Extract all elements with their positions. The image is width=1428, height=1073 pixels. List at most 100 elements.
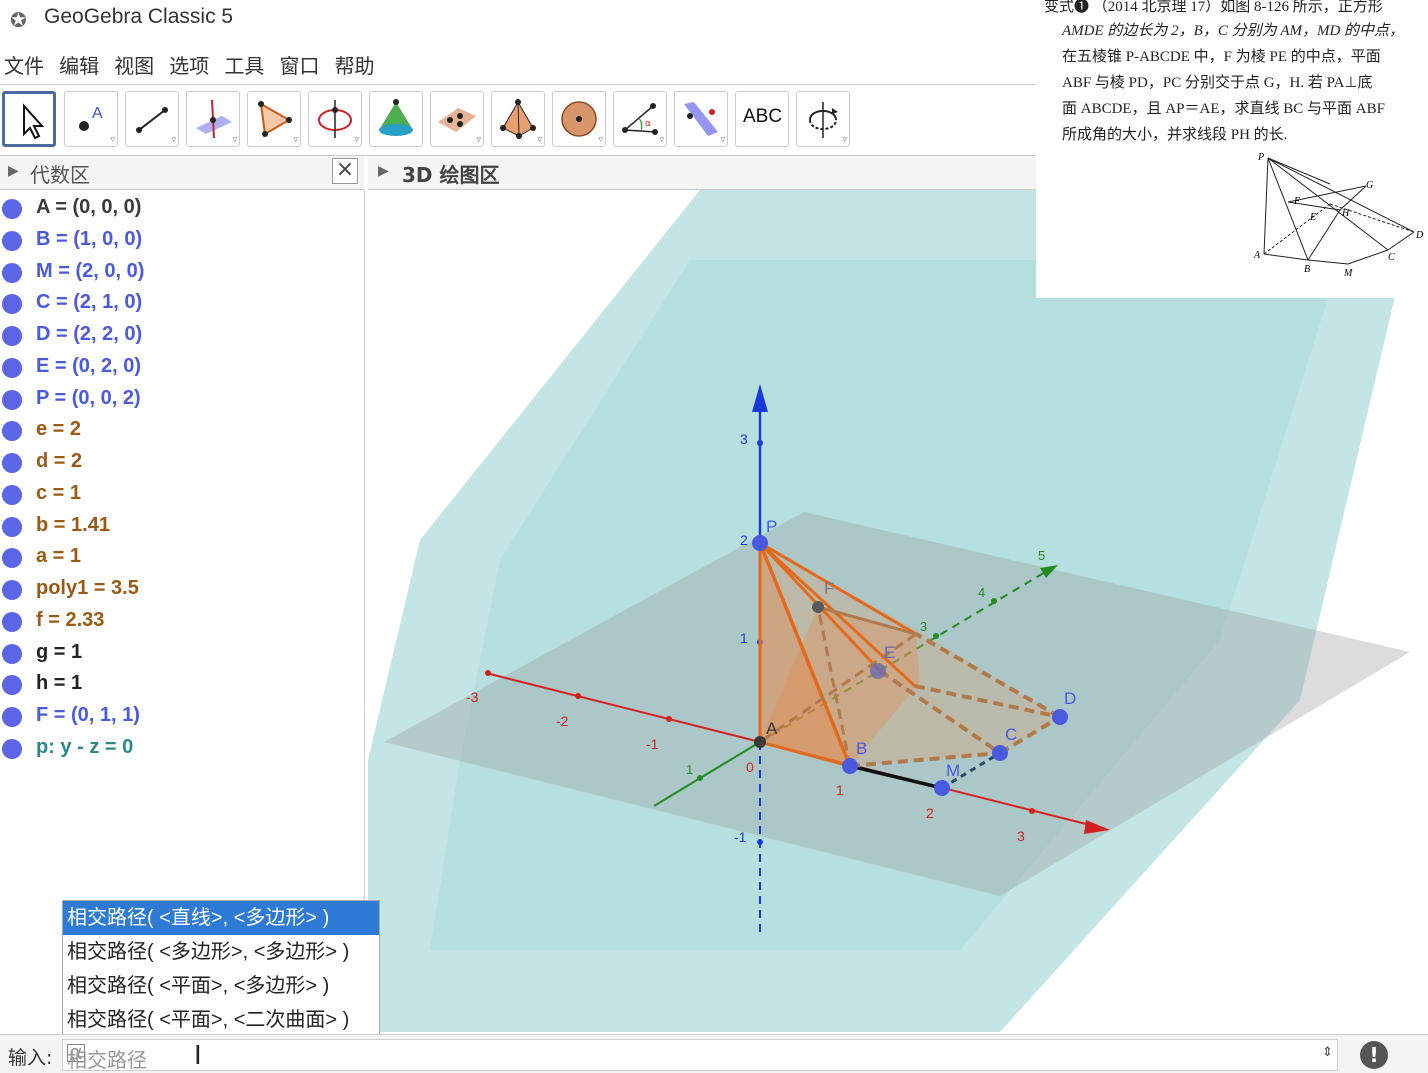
- collapse-triangle-icon[interactable]: ▶: [8, 163, 19, 179]
- graphics-3d-view[interactable]: -3 -2 -1 0 1 2 3 1 3 4 5 -1 1 2 3 P A B …: [368, 190, 1428, 1032]
- visibility-toggle-icon[interactable]: [2, 707, 22, 727]
- visibility-toggle-icon[interactable]: [2, 389, 22, 410]
- algebra-expression: e = 2: [36, 418, 82, 441]
- visibility-toggle-icon[interactable]: [2, 738, 22, 759]
- label-e: E: [884, 643, 895, 662]
- sphere-tool-button[interactable]: ▿: [552, 91, 606, 147]
- menu-options[interactable]: 选项: [165, 44, 213, 79]
- menu-file[interactable]: 文件: [0, 44, 48, 79]
- menu-tools[interactable]: 工具: [220, 44, 268, 79]
- visibility-toggle-icon[interactable]: [2, 453, 22, 473]
- symbol-table-button[interactable]: α: [67, 1042, 85, 1062]
- algebra-view-header: ▶ 代数区 ×: [0, 156, 364, 190]
- algebra-row[interactable]: f = 2.33: [0, 605, 364, 635]
- perpendicular-tool-button[interactable]: ▿: [186, 91, 240, 147]
- visibility-toggle-icon[interactable]: [2, 326, 22, 346]
- algebra-row[interactable]: F = (0, 1, 1): [0, 700, 364, 730]
- tool-menu-indicator-icon: ▿: [171, 135, 176, 145]
- collapse-triangle-icon[interactable]: ▶: [378, 163, 389, 179]
- autocomplete-item[interactable]: 相交路径( <直线>, <多边形> ): [63, 901, 379, 935]
- algebra-expression: h = 1: [36, 672, 83, 695]
- input-label: 输入:: [8, 1047, 53, 1069]
- point-a[interactable]: [754, 736, 766, 748]
- menu-window[interactable]: 窗口: [275, 44, 323, 79]
- autocomplete-item[interactable]: 相交路径( <平面>, <多边形> ): [63, 969, 379, 1003]
- algebra-row[interactable]: P = (0, 0, 2): [0, 383, 364, 413]
- point-m[interactable]: [934, 780, 950, 796]
- visibility-toggle-icon[interactable]: [2, 294, 22, 315]
- cone-tool-button[interactable]: [369, 91, 423, 147]
- algebra-row[interactable]: poly1 = 3.5: [0, 573, 364, 603]
- algebra-row[interactable]: e = 2: [0, 414, 364, 444]
- visibility-toggle-icon[interactable]: [2, 484, 22, 505]
- autocomplete-item[interactable]: 相交路径( <多边形>, <多边形> ): [63, 935, 379, 969]
- point-tool-button[interactable]: A ▿: [64, 91, 118, 147]
- input-help-icon[interactable]: !: [1360, 1041, 1388, 1069]
- algebra-row[interactable]: a = 1: [0, 541, 364, 571]
- z-tick-mark: [757, 440, 763, 446]
- text-tool-label: ABC: [743, 106, 783, 127]
- algebra-row[interactable]: d = 2: [0, 446, 364, 476]
- move-tool-button[interactable]: [2, 91, 56, 147]
- cone-icon: [379, 99, 413, 136]
- point-f[interactable]: [812, 601, 824, 613]
- figure-label-p: P: [1257, 152, 1264, 163]
- point-icon: A: [79, 105, 103, 131]
- visibility-toggle-icon[interactable]: [2, 675, 22, 696]
- point-e[interactable]: [870, 663, 886, 679]
- visibility-toggle-icon[interactable]: [2, 611, 22, 632]
- algebra-row[interactable]: p: y - z = 0: [0, 732, 364, 762]
- algebra-row[interactable]: c = 1: [0, 478, 364, 508]
- visibility-toggle-icon[interactable]: [2, 516, 22, 537]
- visibility-toggle-icon[interactable]: [2, 262, 22, 283]
- visibility-toggle-icon[interactable]: [2, 230, 22, 251]
- close-icon[interactable]: ×: [332, 158, 358, 184]
- algebra-expression: B = (1, 0, 0): [36, 227, 143, 250]
- visibility-toggle-icon[interactable]: [2, 421, 22, 442]
- algebra-row[interactable]: B = (1, 0, 0): [0, 224, 364, 254]
- point-p[interactable]: [752, 535, 768, 551]
- circle-axis-tool-button[interactable]: ▿: [308, 91, 362, 147]
- text-tool-button[interactable]: ABC: [735, 91, 789, 147]
- point-c[interactable]: [992, 745, 1008, 761]
- plane-tool-button[interactable]: ▿: [430, 91, 484, 147]
- algebra-row[interactable]: D = (2, 2, 0): [0, 319, 364, 349]
- polygon-tool-button[interactable]: ▿: [247, 91, 301, 147]
- input-bar: 输入: 相交路径 α I ⇕ !: [0, 1034, 1428, 1073]
- x-tick-mark: [575, 693, 581, 699]
- algebra-row[interactable]: C = (2, 1, 0): [0, 287, 364, 317]
- figure-label-g: G: [1366, 180, 1373, 191]
- algebra-row[interactable]: M = (2, 0, 0): [0, 256, 364, 286]
- visibility-toggle-icon[interactable]: [2, 548, 22, 569]
- visibility-toggle-icon[interactable]: [2, 357, 22, 378]
- history-spinner-icon[interactable]: ⇕: [1322, 1045, 1333, 1060]
- angle-tool-button[interactable]: α ▿: [613, 91, 667, 147]
- menu-view[interactable]: 视图: [110, 44, 158, 79]
- z-tick-label: 3: [740, 431, 748, 447]
- point-b[interactable]: [842, 758, 858, 774]
- algebra-row[interactable]: g = 1: [0, 637, 364, 667]
- algebra-row[interactable]: h = 1: [0, 668, 364, 698]
- point-d[interactable]: [1052, 709, 1068, 725]
- line-tool-button[interactable]: ▿: [125, 91, 179, 147]
- autocomplete-item[interactable]: 相交路径( <平面>, <二次曲面> ): [63, 1003, 379, 1037]
- pyramid-tool-button[interactable]: ▿: [491, 91, 545, 147]
- reflect-tool-button[interactable]: ▿: [674, 91, 728, 147]
- visibility-toggle-icon[interactable]: [2, 643, 22, 664]
- y-tick-label: 1: [686, 762, 693, 777]
- graphics-3d-canvas[interactable]: -3 -2 -1 0 1 2 3 1 3 4 5 -1 1 2 3 P A B …: [368, 190, 1428, 1032]
- algebra-row[interactable]: b = 1.41: [0, 510, 364, 540]
- x-tick-mark: [666, 716, 672, 722]
- rotate-view-tool-button[interactable]: ▿: [796, 91, 850, 147]
- visibility-toggle-icon[interactable]: [2, 580, 22, 600]
- angle-icon: α: [622, 103, 658, 135]
- menu-help[interactable]: 帮助: [331, 44, 379, 79]
- visibility-toggle-icon[interactable]: [2, 199, 22, 219]
- input-field[interactable]: 相交路径 α: [62, 1039, 1338, 1072]
- graphics-3d-header: ▶ 3D 绘图区: [368, 156, 1036, 190]
- y-tick-label: 3: [920, 619, 927, 634]
- menu-edit[interactable]: 编辑: [55, 44, 103, 79]
- algebra-row[interactable]: A = (0, 0, 0): [0, 192, 364, 222]
- algebra-row[interactable]: E = (0, 2, 0): [0, 351, 364, 381]
- problem-line: 面 ABCDE，且 AP＝AE，求直线 BC 与平面 ABF: [1062, 101, 1385, 117]
